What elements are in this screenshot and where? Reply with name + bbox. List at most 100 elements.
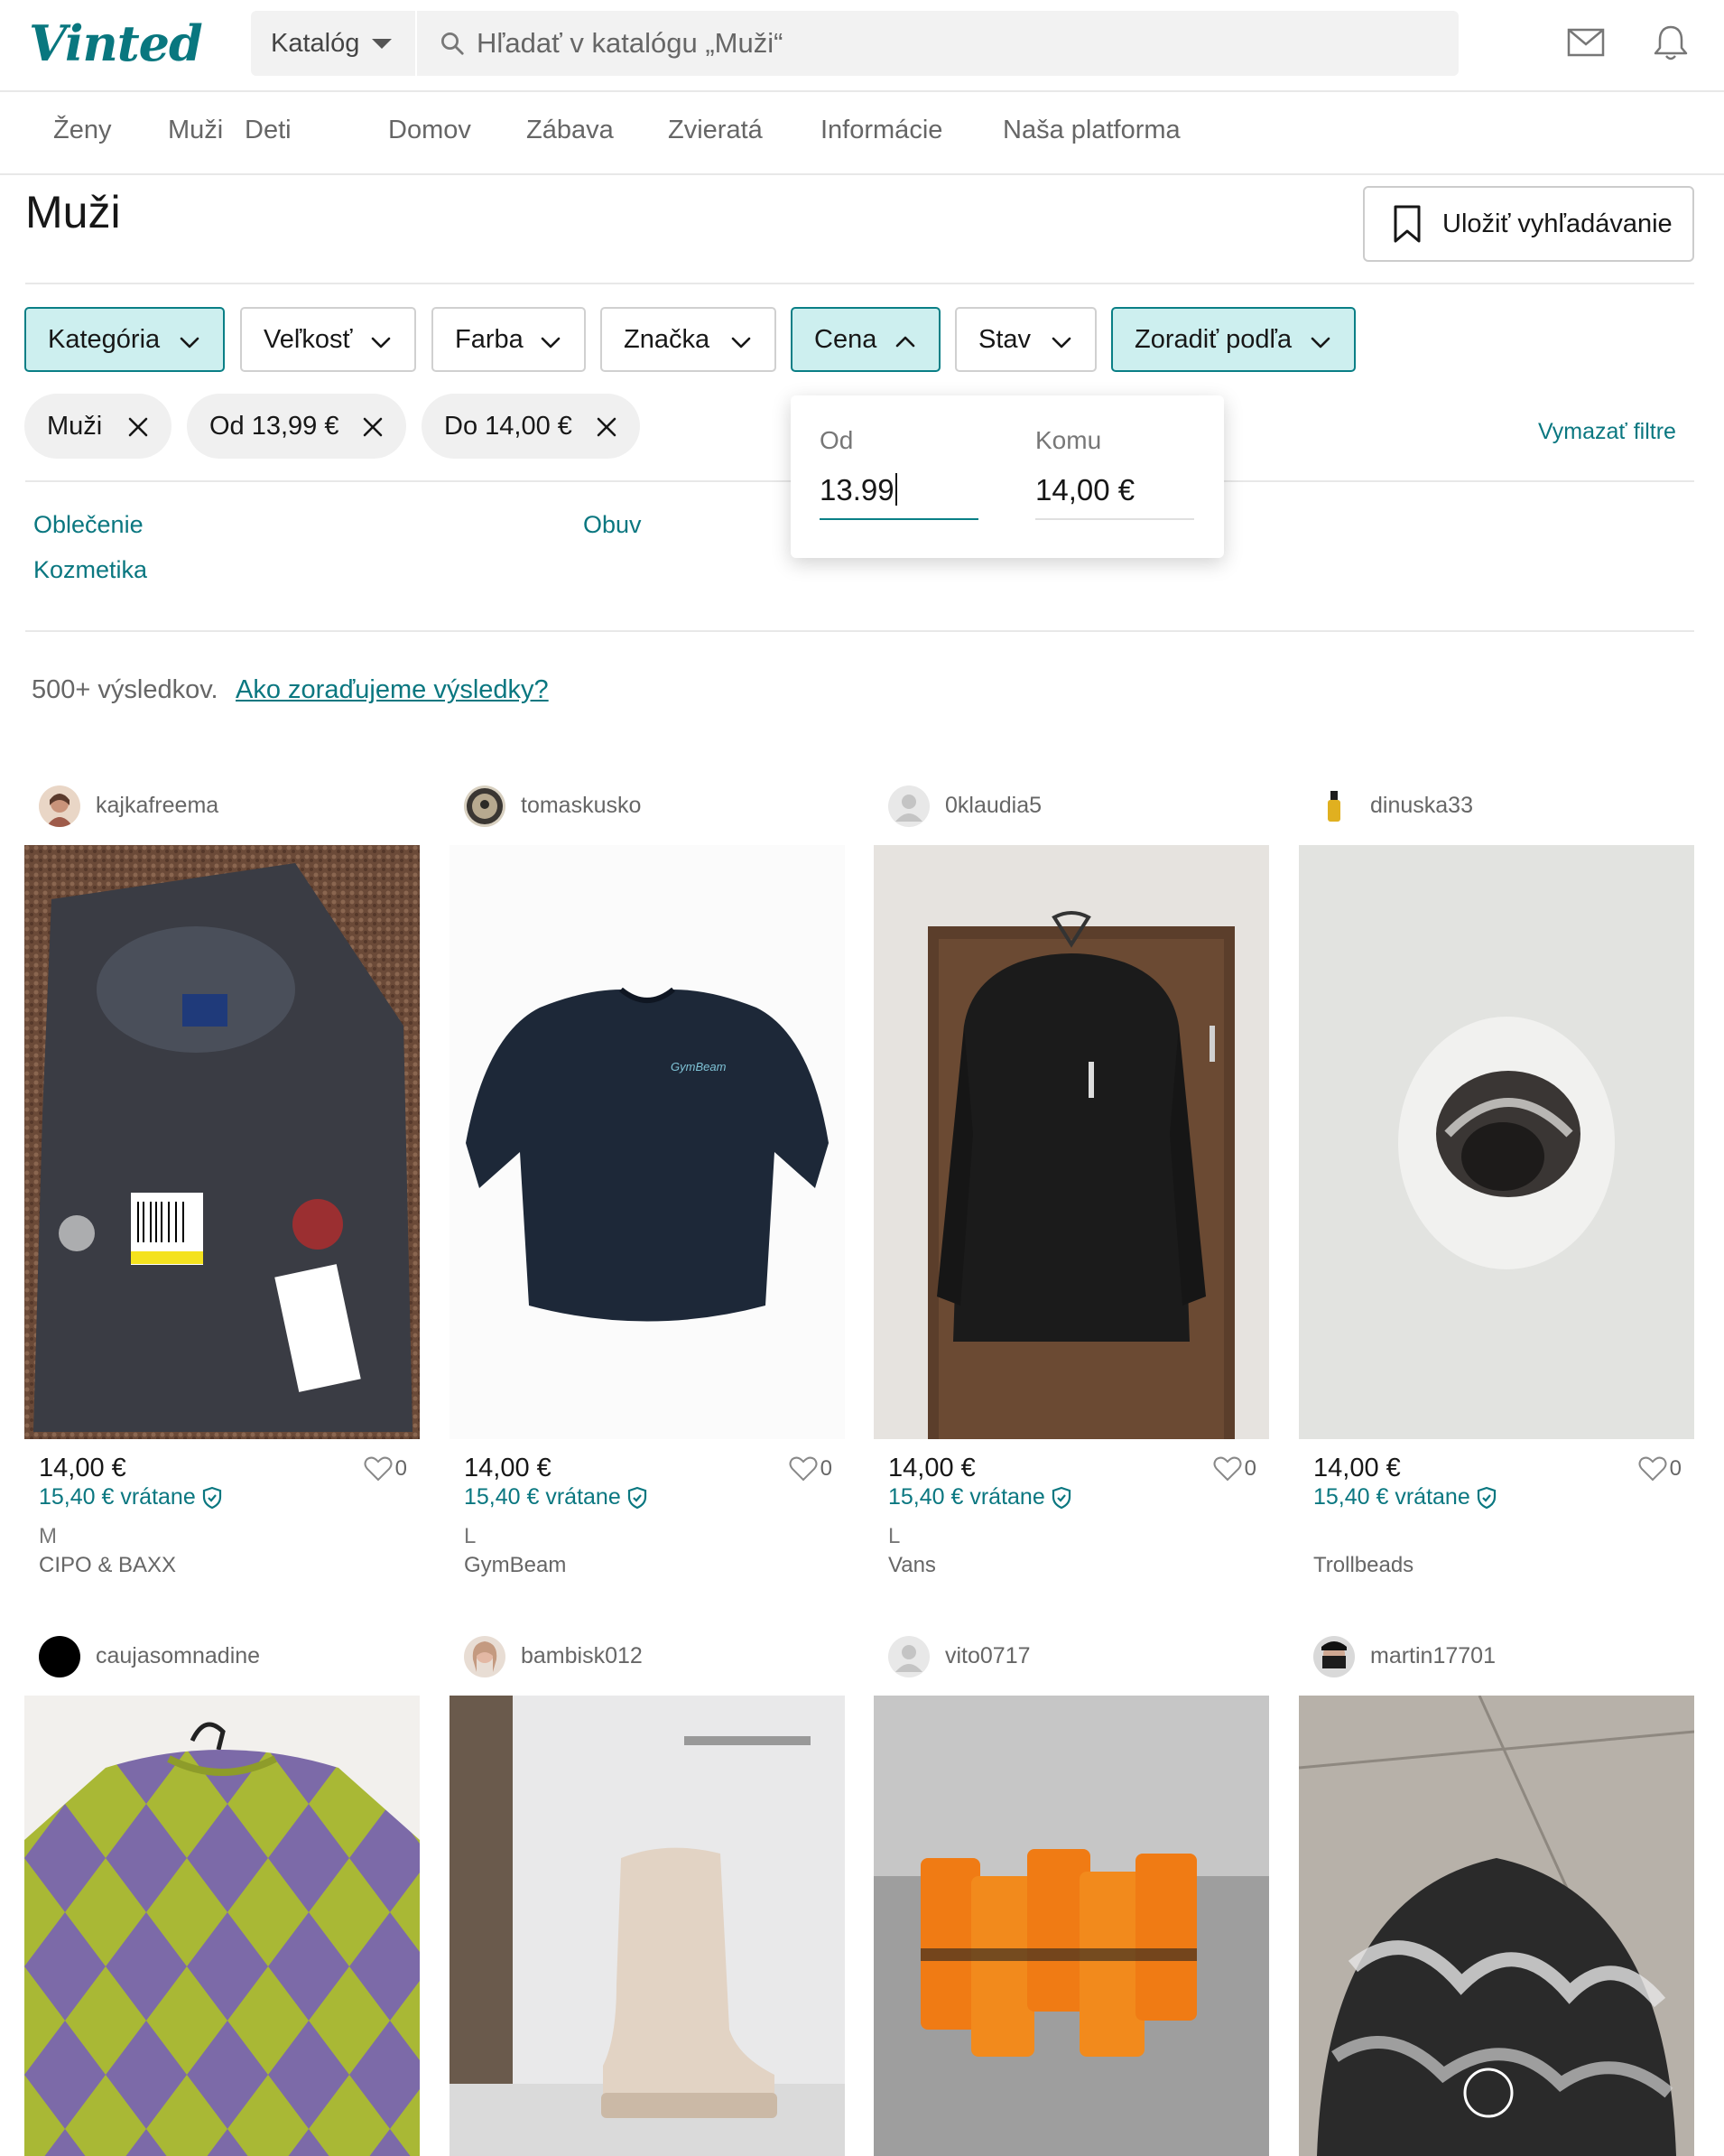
avatar xyxy=(1313,785,1355,827)
shield-check-icon xyxy=(202,1486,221,1509)
heart-icon xyxy=(1638,1456,1667,1482)
subcategory-oblecenie[interactable]: Oblečenie xyxy=(33,511,144,539)
text-cursor xyxy=(894,473,897,506)
nav-item-deti[interactable]: Deti xyxy=(245,116,292,145)
favourite-count: 0 xyxy=(1669,1456,1682,1481)
shield-check-icon xyxy=(1052,1486,1071,1509)
seller-username: 0klaudia5 xyxy=(945,793,1043,818)
vinted-logo[interactable]: Vinted xyxy=(29,14,203,72)
search-input[interactable] xyxy=(477,27,1379,60)
item-seller[interactable]: 0klaudia5 xyxy=(874,784,1269,829)
filter-cena[interactable]: Cena xyxy=(791,307,941,372)
avatar xyxy=(464,1636,505,1677)
price-from-input[interactable]: 13.99 xyxy=(820,473,897,507)
item-photo[interactable] xyxy=(1299,1696,1694,2156)
item-seller[interactable]: martin17701 xyxy=(1299,1634,1694,1679)
bell-icon[interactable] xyxy=(1648,20,1693,65)
item-photo[interactable] xyxy=(450,1696,845,2156)
item-photo[interactable] xyxy=(24,1696,420,2156)
page-title: Muži xyxy=(25,187,121,237)
chevron-down-icon xyxy=(541,337,561,348)
favourite-button[interactable]: 0 xyxy=(1637,1455,1682,1482)
item-seller[interactable]: caujasomnadine xyxy=(24,1634,420,1679)
svg-text:GymBeam: GymBeam xyxy=(671,1060,727,1073)
favourite-count: 0 xyxy=(820,1456,832,1481)
chevron-down-icon xyxy=(731,337,751,348)
avatar xyxy=(1313,1636,1355,1677)
favourite-button[interactable]: 0 xyxy=(788,1455,832,1482)
subcategory-obuv[interactable]: Obuv xyxy=(583,511,642,539)
item-brand: Trollbeads xyxy=(1313,1553,1414,1577)
clear-filters-link[interactable]: Vymazať filtre xyxy=(1538,419,1676,445)
shield-check-icon xyxy=(627,1486,646,1509)
mail-icon[interactable] xyxy=(1563,20,1608,65)
seller-username: dinuska33 xyxy=(1370,793,1473,818)
close-icon[interactable] xyxy=(126,415,150,439)
item-seller[interactable]: vito0717 xyxy=(874,1634,1269,1679)
item-photo[interactable] xyxy=(874,1696,1269,2156)
chip-price-to: Do 14,00 € xyxy=(422,394,640,459)
item-price: 14,00 € xyxy=(888,1454,976,1482)
chip-price-from: Od 13,99 € xyxy=(187,394,406,459)
item-price: 14,00 € xyxy=(39,1454,126,1482)
search-icon xyxy=(441,33,464,55)
caret-down-icon xyxy=(372,38,393,49)
price-to-underline xyxy=(1035,518,1194,520)
heart-icon xyxy=(1213,1456,1242,1482)
item-size: L xyxy=(888,1524,901,1548)
avatar xyxy=(888,1636,930,1677)
filter-label: Cena xyxy=(814,324,877,354)
item-seller[interactable]: dinuska33 xyxy=(1299,784,1694,829)
catalog-select[interactable]: Katalóg xyxy=(251,11,417,76)
nav-item-zeny[interactable]: Ženy xyxy=(53,116,111,145)
filter-label: Stav xyxy=(978,324,1032,354)
save-search-button[interactable]: Uložiť vyhľadávanie xyxy=(1363,186,1694,262)
avatar xyxy=(39,1636,80,1677)
item-price-incl: 15,40 € vrátane xyxy=(464,1484,648,1510)
shield-check-icon xyxy=(1477,1486,1496,1509)
divider xyxy=(25,283,1694,284)
close-icon[interactable] xyxy=(361,415,385,439)
item-brand: CIPO & BAXX xyxy=(39,1553,177,1577)
nav-item-muzi[interactable]: Muži xyxy=(168,116,223,145)
search-bar: Katalóg xyxy=(251,11,1459,76)
chevron-down-icon xyxy=(180,337,199,348)
seller-username: caujasomnadine xyxy=(96,1643,261,1668)
nav-item-nasa-platforma[interactable]: Naša platforma xyxy=(1003,116,1181,145)
filter-zoradit[interactable]: Zoradiť podľa xyxy=(1111,307,1356,372)
item-photo[interactable] xyxy=(24,845,420,1439)
price-incl-label: 15,40 € vrátane xyxy=(888,1484,1045,1510)
item-seller[interactable]: kajkafreema xyxy=(24,784,420,829)
favourite-button[interactable]: 0 xyxy=(363,1455,407,1482)
filter-znacka[interactable]: Značka xyxy=(600,307,776,372)
avatar xyxy=(888,785,930,827)
divider xyxy=(25,630,1694,632)
results-sort-info-link[interactable]: Ako zoraďujeme výsledky? xyxy=(236,675,549,705)
favourite-button[interactable]: 0 xyxy=(1212,1455,1256,1482)
close-icon[interactable] xyxy=(595,415,618,439)
item-photo[interactable] xyxy=(1299,845,1694,1439)
subcategory-kozmetika[interactable]: Kozmetika xyxy=(33,556,147,584)
filter-label: Kategória xyxy=(48,324,161,354)
nav-item-zvierata[interactable]: Zvieratá xyxy=(668,116,763,145)
price-to-input[interactable]: 14,00 € xyxy=(1035,473,1135,507)
filter-stav[interactable]: Stav xyxy=(955,307,1097,372)
item-seller[interactable]: tomaskusko xyxy=(450,784,845,829)
nav-item-zabava[interactable]: Zábava xyxy=(526,116,614,145)
filter-farba[interactable]: Farba xyxy=(431,307,586,372)
price-incl-label: 15,40 € vrátane xyxy=(464,1484,621,1510)
avatar xyxy=(464,785,505,827)
item-price-incl: 15,40 € vrátane xyxy=(888,1484,1072,1510)
seller-username: vito0717 xyxy=(945,1643,1031,1668)
item-photo[interactable]: GymBeam xyxy=(450,845,845,1439)
seller-username: martin17701 xyxy=(1370,1643,1496,1668)
filter-velkost[interactable]: Veľkosť xyxy=(240,307,416,372)
chevron-up-icon xyxy=(895,336,915,348)
item-photo[interactable] xyxy=(874,845,1269,1439)
filter-label: Značka xyxy=(624,324,710,354)
filter-kategoria[interactable]: Kategória xyxy=(24,307,225,372)
item-seller[interactable]: bambisk012 xyxy=(450,1634,845,1679)
nav-item-informacie[interactable]: Informácie xyxy=(820,116,942,145)
nav-item-domov[interactable]: Domov xyxy=(388,116,471,145)
save-search-label: Uložiť vyhľadávanie xyxy=(1442,209,1673,238)
